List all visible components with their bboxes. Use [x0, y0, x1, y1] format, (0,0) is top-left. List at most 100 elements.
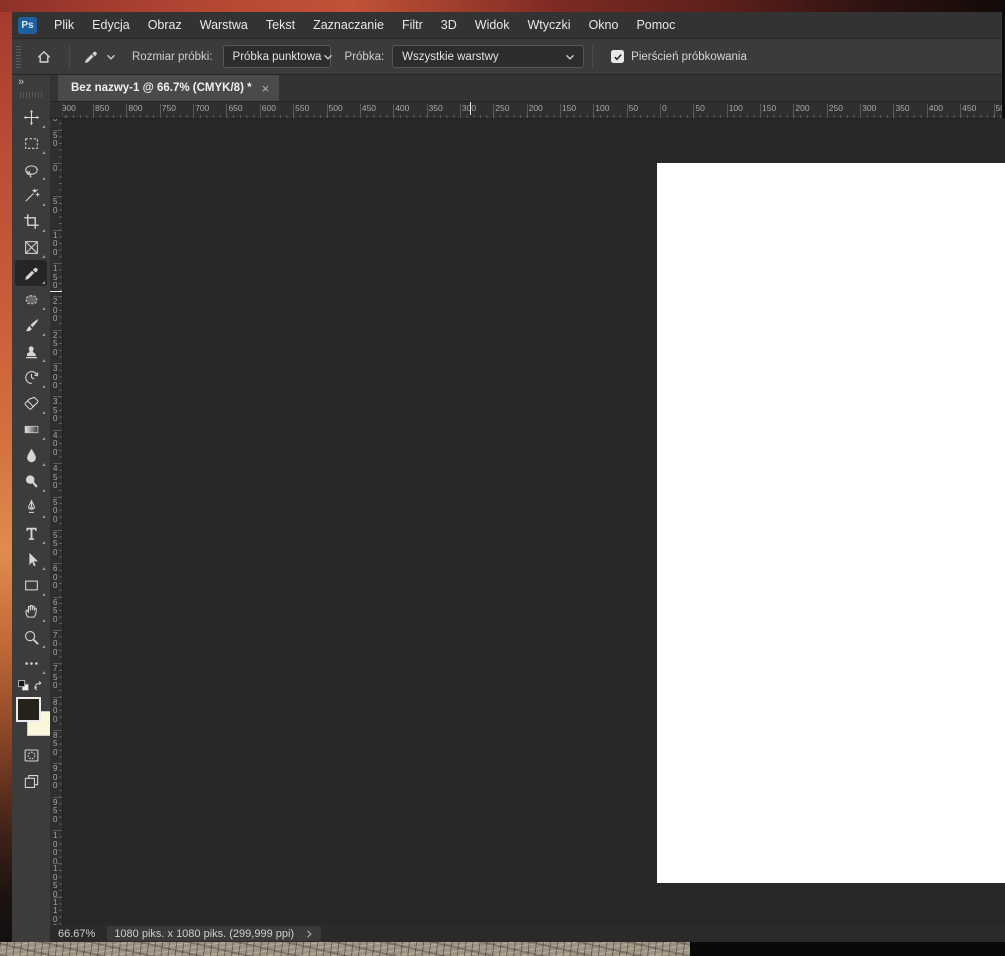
- brush-tool[interactable]: [15, 312, 47, 338]
- document-tab[interactable]: Bez nazwy-1 @ 66.7% (CMYK/8) * ×: [58, 75, 280, 101]
- hand-tool[interactable]: [15, 598, 47, 624]
- vruler-label-1100: 1 1 0 0: [53, 896, 62, 925]
- history-brush-tool[interactable]: [15, 364, 47, 390]
- vruler-label-1050: 1 0 5 0: [53, 863, 62, 899]
- sample-size-dropdown[interactable]: Próbka punktowa: [222, 45, 333, 68]
- hruler-label-250: 250: [493, 103, 510, 118]
- ruler-origin-corner[interactable]: [50, 102, 63, 118]
- marquee-icon: [23, 135, 40, 152]
- close-tab-icon[interactable]: ×: [262, 81, 270, 96]
- blur-tool[interactable]: [15, 442, 47, 468]
- home-icon[interactable]: [27, 43, 61, 71]
- wallpaper-top-strip: [0, 0, 1005, 12]
- flyout-indicator: [42, 567, 45, 570]
- wallpaper-bottom-dark-strip: [690, 942, 1005, 956]
- crop-tool[interactable]: [15, 208, 47, 234]
- vruler-label-550: 5 5 0: [53, 529, 62, 557]
- dodge-tool[interactable]: [15, 468, 47, 494]
- photoshop-window: Ps Plik Edycja Obraz Warstwa Tekst Zaznaczani…: [12, 12, 1005, 942]
- menu-item-filtr[interactable]: Filtr: [393, 14, 432, 36]
- sample-size-label: Rozmiar próbki:: [132, 50, 213, 63]
- foreground-color-swatch[interactable]: [16, 697, 41, 722]
- vruler-label-100: 1 0 0: [53, 229, 62, 257]
- object-selection-tool[interactable]: [15, 182, 47, 208]
- eyedropper-tool-preset-icon[interactable]: [78, 44, 104, 70]
- frame-tool[interactable]: [15, 234, 47, 260]
- patch-tool[interactable]: [15, 286, 47, 312]
- zoom-tool[interactable]: [15, 624, 47, 650]
- hruler-label-850: 850: [93, 103, 110, 118]
- divider: [69, 44, 70, 69]
- menu-item-widok[interactable]: Widok: [466, 14, 519, 36]
- menu-item-tekst[interactable]: Tekst: [257, 14, 304, 36]
- ruler-minor-ticks: [63, 115, 1005, 118]
- sampling-ring-checkbox-wrap[interactable]: Pierścień próbkowania: [611, 50, 747, 63]
- eyedropper-tool[interactable]: [15, 260, 47, 286]
- gradient-tool[interactable]: [15, 416, 47, 442]
- divider: [592, 44, 594, 69]
- chevron-down-icon[interactable]: [104, 50, 118, 64]
- hruler-label-100: 100: [726, 103, 743, 118]
- sampling-ring-label: Pierścień próbkowania: [631, 50, 747, 63]
- menu-item-okno[interactable]: Okno: [580, 14, 628, 36]
- flyout-indicator: [42, 359, 45, 362]
- hruler-label-50: 50: [693, 103, 705, 118]
- default-colors-icon[interactable]: [17, 679, 30, 692]
- menu-item-plik[interactable]: Plik: [45, 14, 83, 36]
- main-area: » Bez nazwy-1 @ 66.7% (CMYK/8) * × 900 8…: [12, 74, 1005, 942]
- swap-colors-icon[interactable]: [32, 679, 45, 692]
- vruler-label-400: 4 0 0: [53, 429, 62, 457]
- zoom-icon: [23, 629, 40, 646]
- vertical-ruler[interactable]: 1 0 0 5 0 0 5 0 1 0 0 1 5 0 2 0 0 2 5 0 3 0 0 3 5…: [50, 119, 63, 925]
- menu-item-warstwa[interactable]: Warstwa: [191, 14, 257, 36]
- menu-item-3d[interactable]: 3D: [432, 14, 466, 36]
- rectangular-marquee-tool[interactable]: [15, 130, 47, 156]
- sample-label: Próbka:: [344, 50, 385, 63]
- flyout-indicator: [42, 541, 45, 544]
- expand-panel-chevrons-icon[interactable]: »: [12, 75, 50, 90]
- lasso-tool[interactable]: [15, 156, 47, 182]
- options-bar-grip[interactable]: [16, 45, 21, 68]
- quick-mask-icon: [23, 747, 40, 764]
- type-tool[interactable]: [15, 520, 47, 546]
- zoom-level-field[interactable]: 66.67%: [58, 928, 95, 940]
- eraser-icon: [23, 395, 40, 412]
- flyout-indicator: [42, 307, 45, 310]
- hruler-label-150: 150: [760, 103, 777, 118]
- gradient-icon: [23, 421, 40, 438]
- menu-item-zaznaczanie[interactable]: Zaznaczanie: [304, 14, 393, 36]
- chevron-right-icon[interactable]: [294, 929, 314, 939]
- sample-layers-dropdown[interactable]: Wszystkie warstwy: [392, 45, 585, 68]
- checkbox-checked-icon[interactable]: [611, 50, 625, 63]
- document-dimensions-field[interactable]: 1080 piks. x 1080 piks. (299,999 ppi): [107, 926, 322, 941]
- menu-item-pomoc[interactable]: Pomoc: [627, 14, 684, 36]
- type-icon: [23, 525, 40, 542]
- screen-mode-button[interactable]: [15, 768, 47, 794]
- vruler-label-0: 0: [53, 163, 62, 173]
- menu-item-edycja[interactable]: Edycja: [83, 14, 139, 36]
- rectangle-tool[interactable]: [15, 572, 47, 598]
- flyout-indicator: [42, 203, 45, 206]
- screen-mode-icon: [23, 773, 40, 790]
- flyout-indicator: [42, 151, 45, 154]
- flyout-indicator: [42, 177, 45, 180]
- history-brush-icon: [23, 369, 40, 386]
- path-selection-tool[interactable]: [15, 546, 47, 572]
- clone-stamp-tool[interactable]: [15, 338, 47, 364]
- move-tool[interactable]: [15, 104, 47, 130]
- eraser-tool[interactable]: [15, 390, 47, 416]
- vruler-label-300: 3 0 0: [53, 363, 62, 391]
- blur-icon: [23, 447, 40, 464]
- hruler-label-200: 200: [793, 103, 810, 118]
- hruler-label-600: 600: [259, 103, 276, 118]
- tools-panel-grip[interactable]: [20, 92, 42, 98]
- edit-toolbar-button[interactable]: [15, 650, 47, 676]
- horizontal-ruler[interactable]: 900 850 800 750 700 650 600 550 500 450 400 350 300 2…: [63, 102, 1005, 118]
- menu-item-wtyczki[interactable]: Wtyczki: [519, 14, 580, 36]
- menu-item-obraz[interactable]: Obraz: [139, 14, 191, 36]
- quick-mask-button[interactable]: [15, 742, 47, 768]
- document-canvas[interactable]: [657, 163, 1005, 883]
- canvas-viewport[interactable]: [63, 119, 1005, 925]
- hruler-label-900: 900: [63, 104, 76, 113]
- pen-tool[interactable]: [15, 494, 47, 520]
